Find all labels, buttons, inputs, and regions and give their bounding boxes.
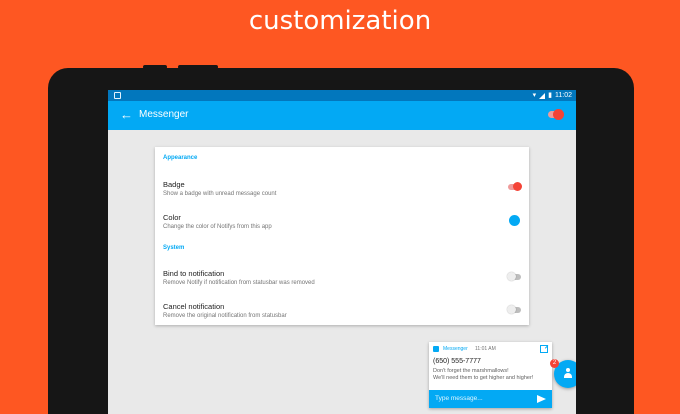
- setting-title: Color: [163, 213, 181, 222]
- messenger-icon: [433, 346, 439, 352]
- notify-message: Don't forget the marshmallows! We'll nee…: [433, 368, 534, 381]
- clock: 11:02: [555, 92, 572, 99]
- section-header-appearance: Appearance: [163, 155, 198, 161]
- setting-summary: Show a badge with unread message count: [163, 191, 277, 197]
- volume-button: [143, 65, 167, 69]
- signal-icon: [539, 92, 546, 99]
- chat-head-bubble[interactable]: 2: [550, 359, 576, 388]
- toggle-knob: [507, 272, 516, 281]
- page-title: Messenger: [139, 109, 189, 120]
- status-bar: ▾ ▮ 11:02: [108, 90, 576, 101]
- toggle-knob: [507, 305, 516, 314]
- notify-sender: (650) 555-7777: [433, 358, 481, 365]
- open-external-icon[interactable]: [540, 345, 548, 353]
- unread-badge: 2: [550, 359, 559, 368]
- setting-summary: Change the color of Notifys from this ap…: [163, 224, 272, 230]
- reply-input[interactable]: Type message...: [435, 394, 483, 404]
- setting-summary: Remove the original notification from st…: [163, 313, 287, 319]
- color-swatch[interactable]: [509, 215, 520, 226]
- setting-title: Bind to notification: [163, 269, 225, 278]
- reply-bar[interactable]: Type message...: [429, 390, 552, 408]
- setting-summary: Remove Notify if notification from statu…: [163, 280, 315, 286]
- app-bar: ← Messenger: [108, 101, 576, 130]
- app-screen: ▾ ▮ 11:02 ← Messenger Appearance Badge S…: [108, 90, 576, 414]
- toggle-knob: [553, 109, 564, 120]
- setting-color[interactable]: Color Change the color of Notifys from t…: [163, 213, 521, 231]
- person-icon: [564, 368, 572, 378]
- send-icon[interactable]: [537, 395, 546, 403]
- setting-badge[interactable]: Badge Show a badge with unread message c…: [163, 180, 522, 198]
- notify-popup[interactable]: Messenger 11:01 AM (650) 555-7777 Don't …: [429, 342, 552, 408]
- toggle-knob: [513, 182, 522, 191]
- settings-card: Appearance Badge Show a badge with unrea…: [155, 147, 529, 325]
- badge-toggle[interactable]: [508, 182, 522, 191]
- bind-toggle[interactable]: [507, 272, 521, 281]
- cancel-toggle[interactable]: [507, 305, 521, 314]
- power-button: [178, 65, 218, 69]
- section-header-system: System: [163, 245, 185, 251]
- setting-title: Badge: [163, 180, 185, 189]
- setting-cancel-notification[interactable]: Cancel notification Remove the original …: [163, 302, 521, 320]
- notify-time: 11:01 AM: [475, 346, 496, 352]
- master-toggle[interactable]: [548, 109, 564, 120]
- battery-icon: ▮: [548, 92, 552, 99]
- notification-icon: [114, 92, 121, 99]
- headline: customization: [248, 6, 432, 36]
- notify-app-name: Messenger: [443, 346, 468, 352]
- back-arrow-icon[interactable]: ←: [120, 106, 133, 124]
- setting-bind-to-notification[interactable]: Bind to notification Remove Notify if no…: [163, 269, 521, 287]
- setting-title: Cancel notification: [163, 302, 225, 311]
- wifi-icon: ▾: [532, 92, 537, 99]
